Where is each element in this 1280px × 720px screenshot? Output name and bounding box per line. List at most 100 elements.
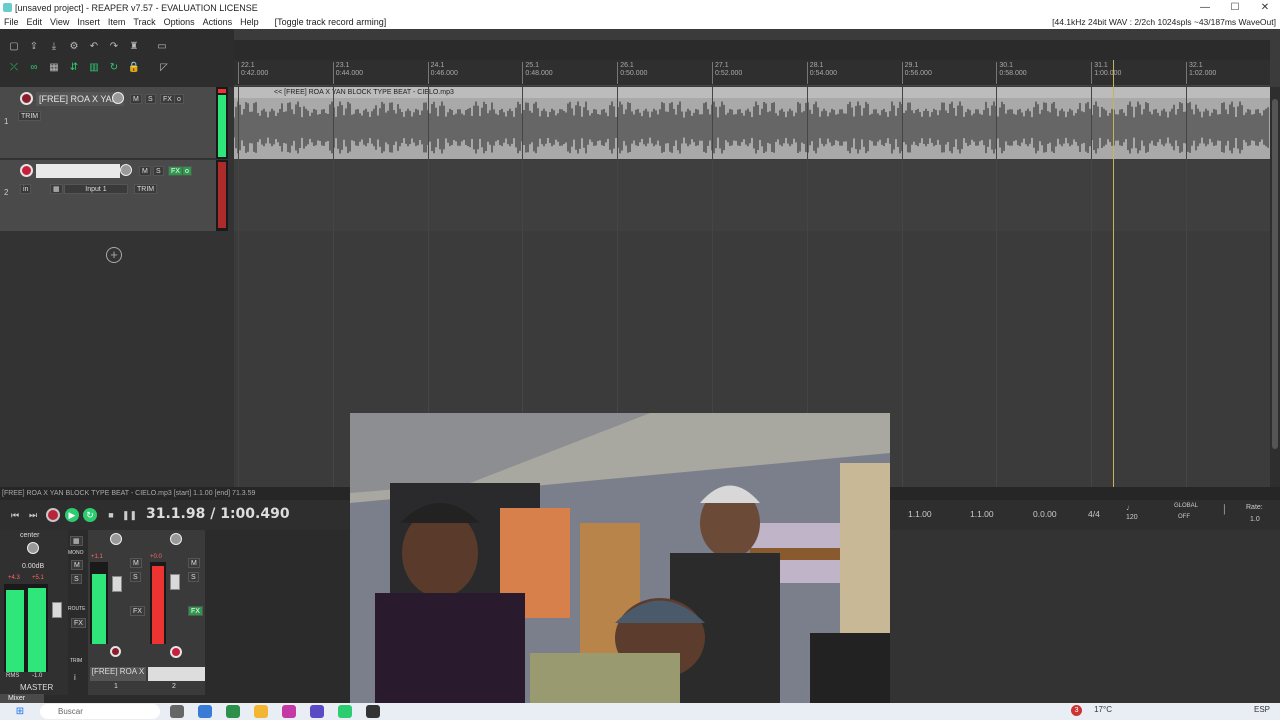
fx-bypass-button[interactable]: o <box>174 94 184 104</box>
menu-options[interactable]: Options <box>160 17 199 27</box>
undo-icon[interactable]: ↶ <box>86 40 102 54</box>
open-project-icon[interactable]: ⇪ <box>26 40 42 54</box>
file-explorer-icon[interactable] <box>254 705 268 718</box>
strip-2-fx[interactable]: FX <box>188 606 203 616</box>
ripple-edit-icon[interactable]: ⇵ <box>66 61 82 75</box>
new-project-icon[interactable]: ▢ <box>6 40 22 54</box>
fx-button[interactable]: FX <box>160 94 175 104</box>
track-2-lane[interactable] <box>234 160 1270 231</box>
master-route[interactable]: ROUTE <box>68 606 86 612</box>
strip-1-fx[interactable]: FX <box>130 606 145 616</box>
strip-1-solo[interactable]: S <box>130 572 141 582</box>
input-monitor-button[interactable]: in <box>20 184 32 194</box>
mixer-tab[interactable]: Mixer <box>0 694 44 703</box>
record-arm-button[interactable] <box>20 92 33 105</box>
pause-button[interactable]: ❚❚ <box>122 508 137 522</box>
rate-value[interactable]: 1.0 <box>1250 516 1260 523</box>
trim-button[interactable]: TRIM <box>18 111 42 121</box>
track-panel-empty-area[interactable] <box>0 231 234 487</box>
record-button[interactable] <box>46 508 60 522</box>
go-to-end-icon[interactable]: ⏭ <box>26 508 40 522</box>
scrollbar-thumb[interactable] <box>1272 99 1278 449</box>
grid-icon[interactable]: ▭ <box>154 40 170 54</box>
taskbar-app-icon[interactable] <box>366 705 380 718</box>
redo-icon[interactable]: ↷ <box>106 40 122 54</box>
taskbar-app-icon[interactable] <box>226 705 240 718</box>
maximize-button[interactable]: ☐ <box>1220 2 1250 13</box>
ruler-region-lane[interactable] <box>234 40 1270 60</box>
strip-1-record-arm[interactable] <box>110 646 121 657</box>
menu-file[interactable]: File <box>0 17 23 27</box>
timeline-ruler[interactable]: 22.1 0:42.000 23.1 0:44.000 24.1 0:46.000 25.1… <box>234 60 1270 86</box>
edit-cursor[interactable] <box>1113 60 1114 487</box>
tempo-bpm[interactable]: 120 <box>1126 514 1138 521</box>
menu-toggle-record-arming[interactable]: [Toggle track record arming] <box>271 17 391 27</box>
mute-button[interactable]: M <box>139 166 151 176</box>
strip-2-pan-knob[interactable] <box>170 533 182 545</box>
track-name[interactable]: [FREE] ROA X YAN <box>36 92 124 106</box>
volume-knob[interactable] <box>120 164 132 176</box>
track-name[interactable] <box>36 164 120 178</box>
time-signature[interactable]: 4/4 <box>1088 509 1100 519</box>
record-arm-button-armed[interactable] <box>20 164 33 177</box>
master-fx[interactable]: FX <box>71 618 86 628</box>
master-fader[interactable] <box>52 602 62 618</box>
windows-start-icon[interactable]: ⊞ <box>12 705 28 719</box>
master-mute[interactable]: M <box>71 560 83 570</box>
menu-edit[interactable]: Edit <box>23 17 47 27</box>
strip-2-name[interactable] <box>148 667 205 681</box>
taskbar-app-icon[interactable] <box>170 705 184 718</box>
media-item[interactable]: << [FREE] ROA X YAN BLOCK TYPE BEAT - CI… <box>234 87 1270 159</box>
master-trim[interactable]: TRIM <box>70 658 82 664</box>
metronome-note-icon[interactable]: ♩ <box>1126 503 1134 512</box>
minimize-button[interactable]: — <box>1190 2 1220 13</box>
input-fx-button[interactable]: ▦ <box>50 184 63 194</box>
menu-actions[interactable]: Actions <box>199 17 237 27</box>
master-solo[interactable]: S <box>71 574 82 584</box>
save-project-icon[interactable]: ⤓ <box>46 40 62 54</box>
auto-crossfade-icon[interactable]: ⤫ <box>6 61 22 75</box>
strip-1-pan-knob[interactable] <box>110 533 122 545</box>
metronome-icon[interactable]: ♜ <box>126 40 142 54</box>
solo-button[interactable]: S <box>153 166 164 176</box>
envelope-link-icon[interactable]: ∞ <box>26 61 42 75</box>
notification-badge[interactable]: 3 <box>1071 705 1083 716</box>
volume-knob[interactable] <box>112 92 124 104</box>
trim-tool-icon[interactable]: ◸ <box>156 61 172 75</box>
go-to-start-icon[interactable]: ⏮ <box>8 508 22 522</box>
menu-help[interactable]: Help <box>236 17 263 27</box>
taskbar-app-icon[interactable] <box>282 705 296 718</box>
playrate-slider[interactable]: │ <box>1222 504 1227 514</box>
track-2-panel[interactable]: 2 M S FX o in ▦ Input 1 TRIM <box>0 160 216 231</box>
close-button[interactable]: ✕ <box>1250 2 1280 13</box>
fx-button[interactable]: FX <box>168 166 183 176</box>
global-automation-label[interactable]: GLOBAL <box>1174 503 1198 509</box>
language-indicator[interactable]: ESP <box>1254 705 1270 716</box>
add-track-button[interactable]: + <box>106 247 122 263</box>
strip-1-mute[interactable]: M <box>130 558 142 568</box>
mono-button[interactable]: MONO <box>68 550 84 556</box>
selection-end[interactable]: 1.1.00 <box>970 509 994 519</box>
strip-1-fader[interactable] <box>112 576 122 592</box>
strip-2-mute[interactable]: M <box>188 558 200 568</box>
taskbar-app-icon[interactable] <box>310 705 324 718</box>
taskbar-search[interactable]: Buscar <box>40 704 160 719</box>
project-settings-icon[interactable]: ⚙ <box>66 40 82 54</box>
strip-2-fader[interactable] <box>170 574 180 590</box>
taskbar-app-icon[interactable] <box>198 705 212 718</box>
menu-item[interactable]: Item <box>104 17 130 27</box>
stop-button[interactable]: ■ <box>104 508 118 522</box>
menu-insert[interactable]: Insert <box>73 17 104 27</box>
mute-button[interactable]: M <box>130 94 142 104</box>
taskbar-app-icon[interactable] <box>338 705 352 718</box>
grid-lines-icon[interactable]: ▥ <box>86 61 102 75</box>
fx-bypass-button[interactable]: o <box>182 166 192 176</box>
selection-length[interactable]: 0.0.00 <box>1033 509 1057 519</box>
menu-track[interactable]: Track <box>129 17 159 27</box>
master-pan-knob[interactable] <box>27 542 39 554</box>
selection-start[interactable]: 1.1.00 <box>908 509 932 519</box>
strip-2-solo[interactable]: S <box>188 572 199 582</box>
play-button[interactable]: ▶ <box>65 508 79 522</box>
snap-grid-icon[interactable]: ▦ <box>46 61 62 75</box>
lock-icon[interactable]: 🔒 <box>126 61 142 75</box>
